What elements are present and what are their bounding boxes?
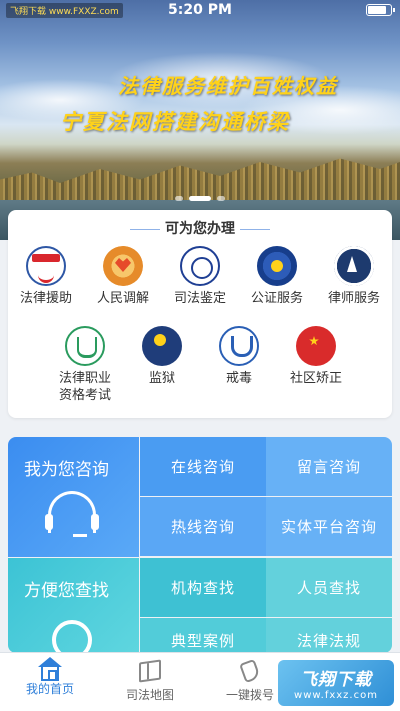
carousel-indicator[interactable] bbox=[0, 196, 400, 201]
banner-carousel[interactable]: 法律服务维护百姓权益 宁夏法网搭建沟通桥梁 bbox=[0, 0, 400, 240]
status-site-tag: 飞翔下载 www.FXXZ.com bbox=[6, 3, 123, 18]
function-grid: 我为您咨询 在线咨询 留言咨询 热线咨询 实体平台咨询 方便您查找 机构查找 人… bbox=[8, 437, 392, 653]
notary-icon bbox=[257, 246, 297, 286]
service-rehab[interactable]: 戒毒 bbox=[198, 326, 280, 387]
carousel-dot-active[interactable] bbox=[189, 196, 211, 201]
banner-slogan-1: 法律服务维护百姓权益 bbox=[118, 74, 338, 98]
service-label: 社区矫正 bbox=[289, 371, 342, 386]
service-exam[interactable]: 法律职业 资格考试 bbox=[44, 326, 126, 404]
personnel-search-button[interactable]: 人员查找 bbox=[266, 558, 392, 617]
service-label: 人民调解 bbox=[96, 291, 149, 306]
service-community-correction[interactable]: 社区矫正 bbox=[275, 326, 357, 387]
exam-icon bbox=[65, 326, 105, 366]
service-label: 法律职业 资格考试 bbox=[58, 371, 111, 403]
watermark-title: 飞翔下载 bbox=[300, 670, 372, 690]
carousel-dot[interactable] bbox=[217, 196, 225, 201]
rehab-icon bbox=[219, 326, 259, 366]
service-judicial-appraisal[interactable]: 司法鉴定 bbox=[159, 246, 241, 307]
status-time: 5:20 PM bbox=[168, 2, 232, 18]
watermark-url: www.fxxz.com bbox=[294, 690, 378, 701]
tab-label: 一键拨号 bbox=[225, 688, 274, 702]
consult-card[interactable]: 我为您咨询 bbox=[8, 437, 139, 557]
consult-title: 我为您咨询 bbox=[24, 460, 109, 480]
services-panel: 可为您办理 法律援助 人民调解 司法鉴定 公证服务 律师服务 法律职业 资格考试… bbox=[8, 210, 392, 418]
legal-aid-icon bbox=[26, 246, 66, 286]
institution-search-button[interactable]: 机构查找 bbox=[140, 558, 266, 617]
services-title: 可为您办理 bbox=[165, 221, 235, 237]
search-icon bbox=[52, 620, 92, 653]
phone-icon bbox=[239, 658, 261, 684]
service-label: 法律援助 bbox=[19, 291, 72, 306]
tab-judicial-map[interactable]: 司法地图 bbox=[100, 653, 200, 711]
carousel-dot[interactable] bbox=[175, 196, 183, 201]
mediation-icon bbox=[103, 246, 143, 286]
banner-slogan-2: 宁夏法网搭建沟通桥梁 bbox=[60, 109, 290, 134]
status-bar: 飞翔下载 www.FXXZ.com 5:20 PM bbox=[0, 0, 400, 20]
service-mediation[interactable]: 人民调解 bbox=[82, 246, 164, 307]
service-legal-aid[interactable]: 法律援助 bbox=[5, 246, 87, 307]
community-correction-icon bbox=[296, 326, 336, 366]
service-label: 监狱 bbox=[148, 371, 175, 386]
service-label: 公证服务 bbox=[250, 291, 303, 306]
service-label: 戒毒 bbox=[225, 371, 252, 386]
map-icon bbox=[139, 659, 161, 683]
tab-label: 我的首页 bbox=[25, 682, 74, 696]
battery-icon bbox=[366, 4, 395, 16]
tab-home[interactable]: 我的首页 bbox=[0, 653, 100, 711]
message-consult-button[interactable]: 留言咨询 bbox=[266, 437, 392, 496]
lawyer-icon bbox=[334, 246, 374, 286]
headset-icon bbox=[45, 491, 99, 537]
service-lawyer[interactable]: 律师服务 bbox=[313, 246, 395, 307]
service-prison[interactable]: 监狱 bbox=[121, 326, 203, 387]
title-divider-right bbox=[240, 229, 270, 230]
laws-regulations-button[interactable]: 法律法规 bbox=[266, 618, 392, 653]
prison-icon bbox=[142, 326, 182, 366]
hotline-consult-button[interactable]: 热线咨询 bbox=[140, 497, 266, 556]
service-label: 律师服务 bbox=[327, 291, 380, 306]
offline-platform-consult-button[interactable]: 实体平台咨询 bbox=[266, 497, 392, 556]
find-title: 方便您查找 bbox=[24, 581, 109, 601]
home-icon bbox=[38, 657, 62, 681]
service-label: 司法鉴定 bbox=[173, 291, 226, 306]
tab-label: 司法地图 bbox=[125, 688, 174, 702]
typical-cases-button[interactable]: 典型案例 bbox=[140, 618, 266, 653]
online-consult-button[interactable]: 在线咨询 bbox=[140, 437, 266, 496]
site-watermark: 飞翔下载 www.fxxz.com bbox=[278, 660, 394, 706]
service-notary[interactable]: 公证服务 bbox=[236, 246, 318, 307]
find-card[interactable]: 方便您查找 bbox=[8, 558, 139, 653]
judicial-appraisal-icon bbox=[180, 246, 220, 286]
